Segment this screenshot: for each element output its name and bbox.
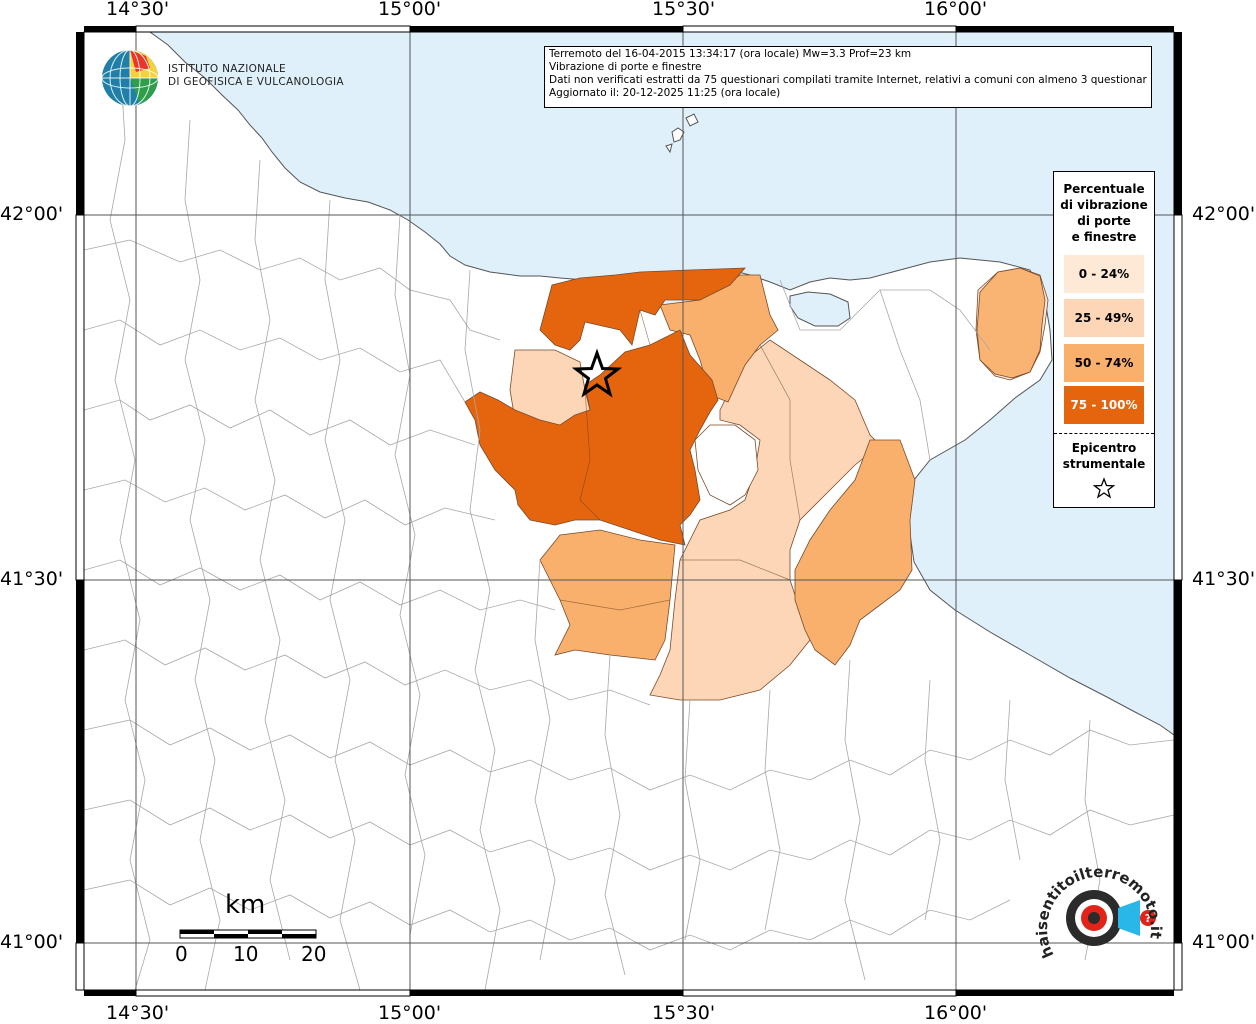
ingv-name: ISTITUTO NAZIONALE DI GEOFISICA E VULCAN… (168, 63, 344, 89)
event-title: Terremoto del 16-04-2015 13:34:17 (ora l… (549, 48, 912, 60)
lon-tick-label: 16°00' (924, 0, 988, 20)
lat-tick-label: 42°00' (1192, 203, 1256, 225)
scale-label: 10 (233, 942, 259, 966)
globe-icon (101, 49, 159, 107)
lon-tick-label: 15°00' (378, 0, 442, 20)
legend-title-line: di porte (1077, 214, 1131, 228)
haisentito-logo-graphic: ? haisentitoilterremoto.it (1033, 863, 1165, 961)
lat-tick-label: 41°30' (1192, 568, 1256, 590)
scale-unit: km (225, 890, 266, 920)
event-parameter: Vibrazione di porte e finestre (549, 61, 702, 73)
legend-item: 50 - 74% (1064, 344, 1144, 382)
legend-title-line: e finestre (1071, 230, 1137, 244)
epicenter-label-line: Epicentro (1071, 441, 1137, 455)
scale-bar-graphic (179, 929, 317, 939)
event-info-box: Terremoto del 16-04-2015 13:34:17 (ora l… (544, 46, 1152, 108)
legend-epicenter-label: Epicentro strumentale (1054, 440, 1154, 472)
legend-title-line: di vibrazione (1060, 198, 1148, 212)
lat-tick-label: 41°30' (0, 568, 64, 590)
scale-bar: km 0 10 20 (175, 890, 335, 970)
star-icon (1092, 477, 1116, 499)
ingv-name-line1: ISTITUTO NAZIONALE (168, 63, 286, 75)
lat-tick-label: 41°00' (1192, 931, 1256, 953)
lat-tick-label: 41°00' (0, 931, 64, 953)
legend-title-line: Percentuale (1063, 182, 1145, 196)
lon-tick-label: 15°30' (652, 0, 716, 20)
legend-separator (1054, 433, 1154, 434)
legend-item: 0 - 24% (1064, 255, 1144, 293)
lon-tick-label: 15°30' (652, 1002, 716, 1024)
lon-tick-label: 14°30' (106, 1002, 170, 1024)
haisentito-logo: ? haisentitoilterremoto.it (1033, 860, 1165, 985)
region-50-74 (976, 267, 1046, 379)
event-update-time: Aggiornato il: 20-12-2025 11:25 (ora loc… (549, 87, 781, 99)
legend-title: Percentuale di vibrazione di porte e fin… (1054, 181, 1154, 245)
scale-label: 0 (175, 942, 188, 966)
legend: Percentuale di vibrazione di porte e fin… (1053, 171, 1155, 508)
lat-tick-label: 42°00' (0, 203, 64, 225)
ingv-name-line2: DI GEOFISICA E VULCANOLOGIA (168, 76, 344, 88)
legend-item: 25 - 49% (1064, 299, 1144, 337)
epicenter-label-line: strumentale (1062, 457, 1146, 471)
legend-item: 75 - 100% (1064, 386, 1144, 424)
event-data-note: Dati non verificati estratti da 75 quest… (549, 74, 1147, 86)
lon-tick-label: 14°30' (106, 0, 170, 20)
lon-tick-label: 15°00' (378, 1002, 442, 1024)
lon-tick-label: 16°00' (924, 1002, 988, 1024)
scale-label: 20 (301, 942, 327, 966)
